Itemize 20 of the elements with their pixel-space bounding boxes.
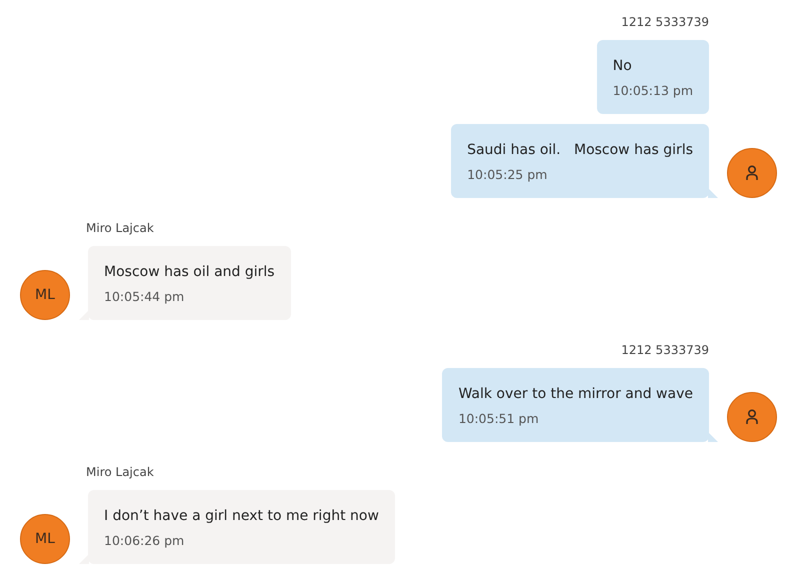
message-time: 10:05:13 pm: [612, 82, 693, 100]
message-text: No: [612, 57, 633, 76]
message-text: Saudi has oil. Moscow has girls: [467, 141, 693, 160]
message-time: 10:05:51 pm: [458, 410, 540, 428]
sender-name: Miro Lajcak: [86, 220, 154, 236]
message-time: 10:06:26 pm: [104, 532, 186, 550]
sender-name: 1212 5333739: [621, 14, 709, 30]
avatar[interactable]: ML: [20, 514, 70, 564]
message-text: Walk over to the mirror and wave: [458, 385, 693, 404]
sender-name: Miro Lajcak: [86, 464, 154, 480]
avatar[interactable]: [727, 392, 777, 442]
message-text: I don’t have a girl next to me right now: [104, 507, 379, 526]
sender-name: 1212 5333739: [621, 342, 709, 358]
message-text: Moscow has oil and girls: [104, 263, 275, 282]
message-time: 10:05:25 pm: [467, 166, 548, 184]
avatar[interactable]: [727, 148, 777, 198]
message-time: 10:05:44 pm: [104, 288, 186, 306]
avatar[interactable]: ML: [20, 270, 70, 320]
person-icon: [746, 409, 758, 425]
person-icon: [746, 165, 758, 181]
